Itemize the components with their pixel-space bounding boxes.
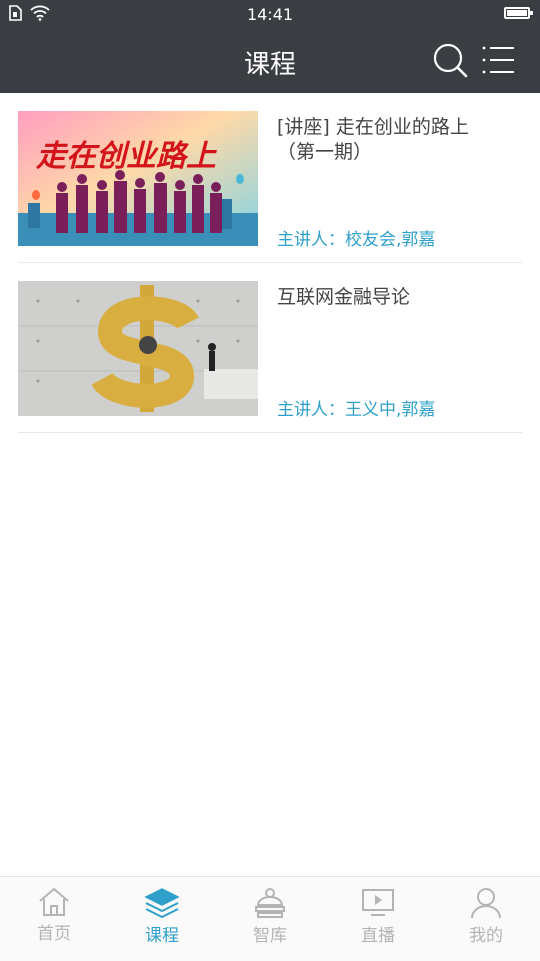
dollar-vault-image bbox=[18, 281, 258, 416]
tab-label: 我的 bbox=[469, 926, 503, 946]
user-icon bbox=[471, 888, 501, 919]
startup-banner-image: 走在创业路上 bbox=[18, 111, 258, 246]
course-speaker: 主讲人：校友会,郭嘉 bbox=[277, 225, 435, 250]
tab-bar: 首页 课程 智库 直播 我的 bbox=[0, 876, 540, 961]
status-bar: 14:41 bbox=[0, 0, 540, 28]
speaker-names: 校友会,郭嘉 bbox=[345, 230, 436, 250]
course-title[interactable]: [讲座] 走在创业的路上（第一期） bbox=[277, 115, 477, 165]
speaker-label: 主讲人： bbox=[277, 400, 345, 420]
course-list: 走在创业路上 [讲座] 走在创业的路上（第一期） 主讲人：校友会,郭嘉 互联网金… bbox=[18, 93, 522, 433]
course-thumbnail[interactable] bbox=[18, 281, 258, 416]
speaker-label: 主讲人： bbox=[277, 230, 345, 250]
layers-icon bbox=[144, 888, 180, 919]
course-item[interactable]: 走在创业路上 [讲座] 走在创业的路上（第一期） 主讲人：校友会,郭嘉 bbox=[18, 93, 522, 263]
tab-label: 首页 bbox=[37, 924, 71, 944]
library-icon bbox=[255, 888, 285, 918]
course-title[interactable]: 互联网金融导论 bbox=[277, 285, 477, 310]
tab-library[interactable]: 智库 bbox=[216, 887, 324, 946]
course-item[interactable]: 互联网金融导论 主讲人：王义中,郭嘉 bbox=[18, 263, 522, 433]
tab-label: 直播 bbox=[361, 926, 395, 946]
speaker-names: 王义中,郭嘉 bbox=[345, 400, 436, 420]
banner-text: 走在创业路上 bbox=[35, 139, 217, 174]
menu-icon[interactable] bbox=[480, 42, 516, 78]
header: 课程 bbox=[0, 28, 540, 93]
tab-home[interactable]: 首页 bbox=[0, 887, 108, 944]
tab-courses[interactable]: 课程 bbox=[108, 887, 216, 946]
tab-me[interactable]: 我的 bbox=[432, 887, 540, 946]
tab-label: 智库 bbox=[253, 926, 287, 946]
tab-live[interactable]: 直播 bbox=[324, 887, 432, 946]
course-speaker: 主讲人：王义中,郭嘉 bbox=[277, 395, 435, 420]
battery-icon bbox=[504, 7, 533, 19]
home-icon bbox=[39, 887, 69, 916]
live-icon bbox=[362, 889, 394, 916]
search-icon[interactable] bbox=[432, 42, 468, 78]
tab-label: 课程 bbox=[145, 926, 179, 946]
status-time: 14:41 bbox=[246, 5, 294, 24]
course-thumbnail[interactable]: 走在创业路上 bbox=[18, 111, 258, 246]
